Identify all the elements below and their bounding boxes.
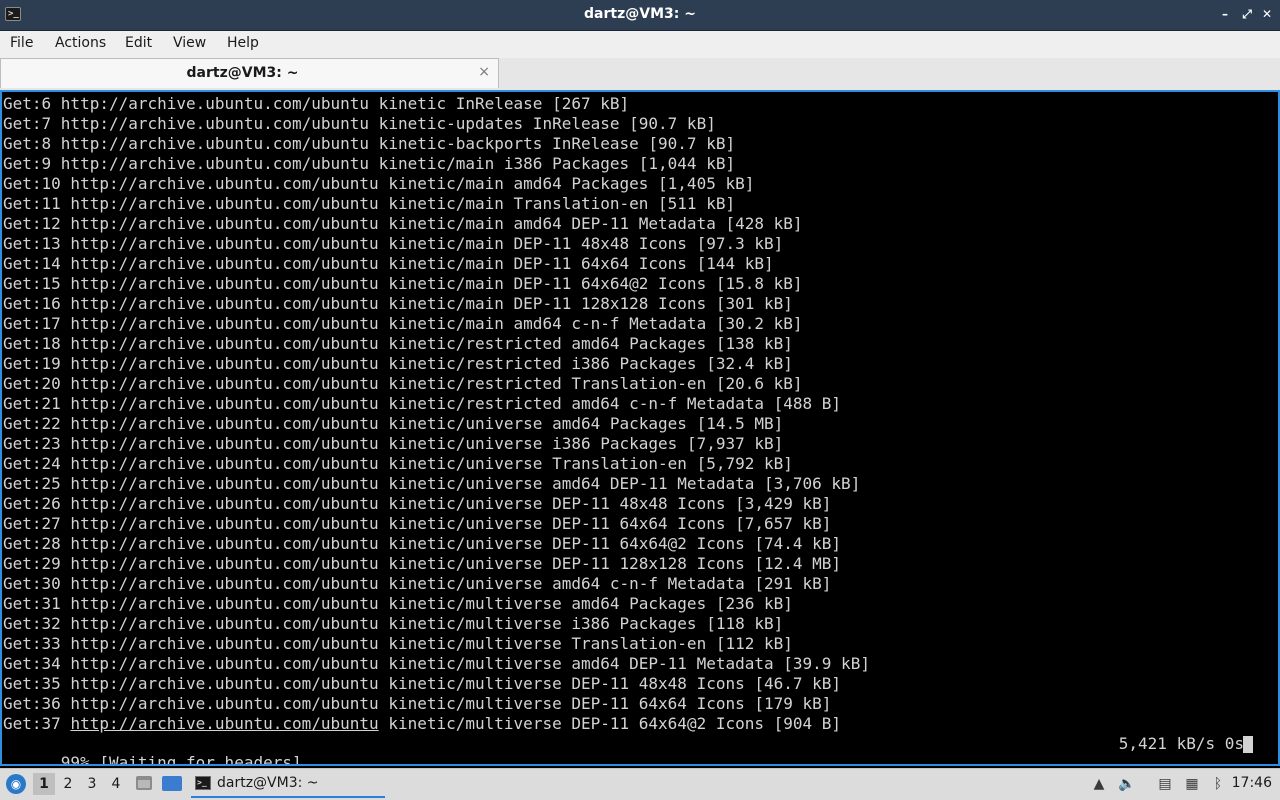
workspace-1[interactable]: 1 <box>33 773 55 795</box>
clock: 17:46 <box>1231 775 1272 791</box>
terminal-line: Get:10 http://archive.ubuntu.com/ubuntu … <box>3 174 755 193</box>
task-label: dartz@VM3: ~ <box>217 775 319 791</box>
terminal-line: Get:13 http://archive.ubuntu.com/ubuntu … <box>3 234 784 253</box>
terminal-line: Get:33 http://archive.ubuntu.com/ubuntu … <box>3 634 793 653</box>
network-up-icon[interactable]: ▲ <box>1090 775 1108 793</box>
terminal-cursor <box>1243 736 1253 753</box>
bluetooth-icon[interactable]: ᛒ <box>1209 775 1227 793</box>
start-menu-icon[interactable]: ◉ <box>6 774 26 794</box>
workspace-2[interactable]: 2 <box>57 773 79 795</box>
terminal-line: Get:36 http://archive.ubuntu.com/ubuntu … <box>3 694 832 713</box>
terminal-line: Get:7 http://archive.ubuntu.com/ubuntu k… <box>3 114 716 133</box>
close-icon[interactable]: ✕ <box>1260 7 1274 21</box>
terminal-line: Get:29 http://archive.ubuntu.com/ubuntu … <box>3 554 842 573</box>
terminal-line: Get:12 http://archive.ubuntu.com/ubuntu … <box>3 214 803 233</box>
terminal-line: Get:11 http://archive.ubuntu.com/ubuntu … <box>3 194 736 213</box>
progress-status: 99% [Waiting for headers] <box>60 753 302 766</box>
clipboard-icon[interactable]: ▤ <box>1156 775 1174 793</box>
progress-line: 99% [Waiting for headers] 5,421 kB/s 0s <box>3 734 1278 764</box>
maximize-icon[interactable]: ⤢ <box>1240 7 1254 21</box>
terminal-line: Get:25 http://archive.ubuntu.com/ubuntu … <box>3 474 861 493</box>
tab-close-icon[interactable]: × <box>478 64 490 80</box>
terminal-line: Get:18 http://archive.ubuntu.com/ubuntu … <box>3 334 793 353</box>
terminal-line: Get:31 http://archive.ubuntu.com/ubuntu … <box>3 594 793 613</box>
window-title: dartz@VM3: ~ <box>584 6 696 22</box>
terminal-line: Get:9 http://archive.ubuntu.com/ubuntu k… <box>3 154 736 173</box>
download-rate: 5,421 kB/s 0s <box>1118 734 1244 753</box>
terminal-line: Get:32 http://archive.ubuntu.com/ubuntu … <box>3 614 784 633</box>
terminal-line: Get:27 http://archive.ubuntu.com/ubuntu … <box>3 514 832 533</box>
volume-icon[interactable]: 🔈 <box>1118 775 1136 793</box>
tab-terminal[interactable]: dartz@VM3: ~ × <box>0 58 499 88</box>
terminal-line: Get:26 http://archive.ubuntu.com/ubuntu … <box>3 494 832 513</box>
taskbar-task-terminal[interactable]: >_ dartz@VM3: ~ <box>191 772 385 798</box>
terminal-line: Get:22 http://archive.ubuntu.com/ubuntu … <box>3 414 784 433</box>
network-icon[interactable]: ▦ <box>1183 775 1201 793</box>
line-prefix: Get:37 <box>3 714 71 733</box>
terminal-line: Get:20 http://archive.ubuntu.com/ubuntu … <box>3 374 803 393</box>
minimize-icon[interactable]: – <box>1218 7 1232 21</box>
terminal-line: Get:35 http://archive.ubuntu.com/ubuntu … <box>3 674 842 693</box>
menu-edit[interactable]: Edit <box>124 35 153 51</box>
window-titlebar[interactable]: >_ dartz@VM3: ~ – ⤢ ✕ <box>0 0 1280 31</box>
terminal-output[interactable]: Get:6 http://archive.ubuntu.com/ubuntu k… <box>0 90 1280 766</box>
terminal-line: Get:30 http://archive.ubuntu.com/ubuntu … <box>3 574 832 593</box>
terminal-line: Get:15 http://archive.ubuntu.com/ubuntu … <box>3 274 803 293</box>
terminal-line: Get:19 http://archive.ubuntu.com/ubuntu … <box>3 354 793 373</box>
show-desktop-icon[interactable] <box>162 776 182 791</box>
terminal-link[interactable]: http://archive.ubuntu.com/ubuntu <box>70 714 378 733</box>
line-suffix: kinetic/multiverse DEP-11 64x64@2 Icons … <box>378 714 842 733</box>
terminal-line: Get:28 http://archive.ubuntu.com/ubuntu … <box>3 534 842 553</box>
terminal-line: Get:23 http://archive.ubuntu.com/ubuntu … <box>3 434 784 453</box>
terminal-icon: >_ <box>195 776 211 790</box>
terminal-line: Get:8 http://archive.ubuntu.com/ubuntu k… <box>3 134 736 153</box>
menu-actions[interactable]: Actions <box>54 35 107 51</box>
tab-bar: dartz@VM3: ~ × <box>0 58 1280 90</box>
taskbar: ◉ 1 2 3 4 >_ dartz@VM3: ~ ▲ 🔈 ▤ ▦ ᛒ 17:4… <box>0 768 1280 800</box>
terminal-line: Get:24 http://archive.ubuntu.com/ubuntu … <box>3 454 793 473</box>
file-manager-icon[interactable] <box>136 776 152 790</box>
menu-view[interactable]: View <box>172 35 207 51</box>
terminal-line: Get:37 http://archive.ubuntu.com/ubuntu … <box>3 714 1278 734</box>
menu-bar: File Actions Edit View Help <box>0 31 1280 58</box>
terminal-line: Get:6 http://archive.ubuntu.com/ubuntu k… <box>3 94 630 113</box>
terminal-line: Get:21 http://archive.ubuntu.com/ubuntu … <box>3 394 842 413</box>
terminal-line: Get:14 http://archive.ubuntu.com/ubuntu … <box>3 254 774 273</box>
tab-label: dartz@VM3: ~ <box>186 65 299 81</box>
workspace-4[interactable]: 4 <box>105 773 127 795</box>
terminal-line: Get:17 http://archive.ubuntu.com/ubuntu … <box>3 314 803 333</box>
menu-help[interactable]: Help <box>226 35 260 51</box>
workspace-3[interactable]: 3 <box>81 773 103 795</box>
terminal-line: Get:34 http://archive.ubuntu.com/ubuntu … <box>3 654 870 673</box>
terminal-lines: Get:6 http://archive.ubuntu.com/ubuntu k… <box>3 94 1278 764</box>
menu-file[interactable]: File <box>9 35 34 51</box>
terminal-line: Get:16 http://archive.ubuntu.com/ubuntu … <box>3 294 793 313</box>
